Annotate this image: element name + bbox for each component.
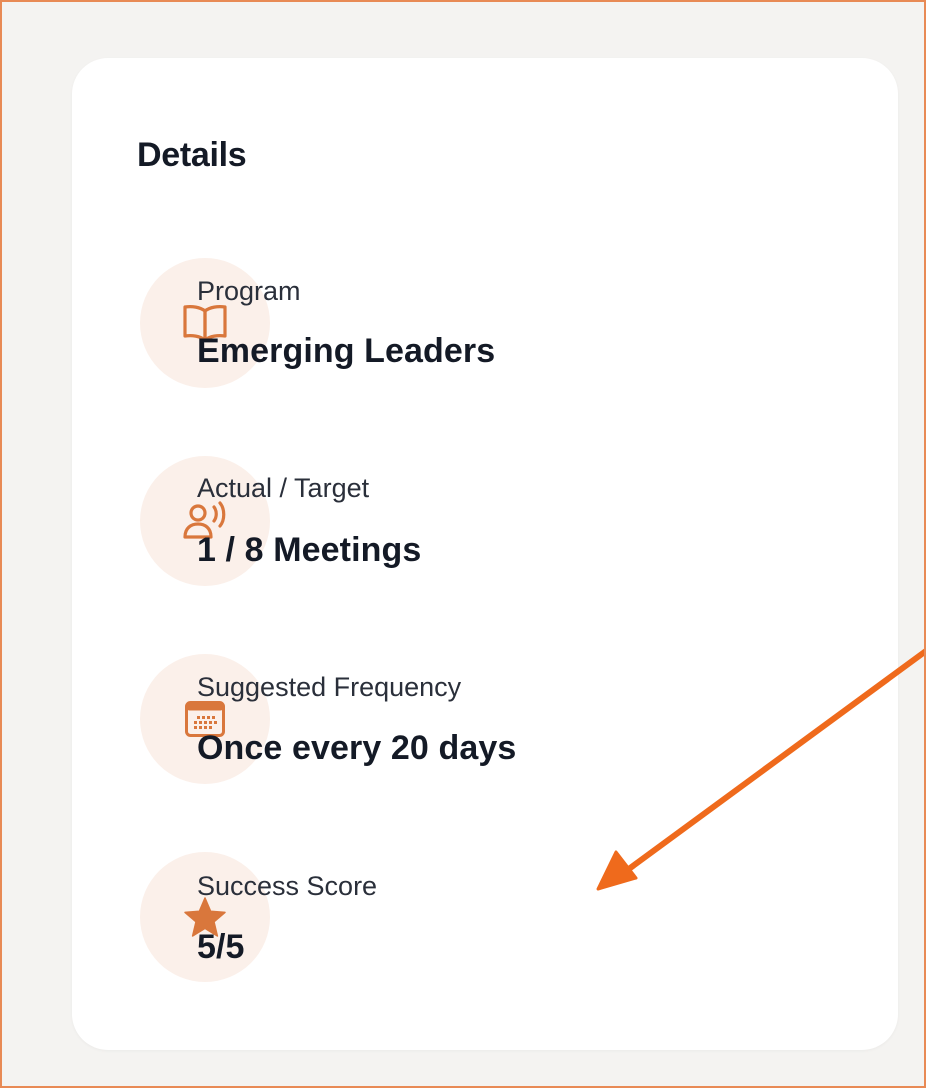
details-title: Details — [137, 136, 247, 174]
detail-label-success-score: Success Score — [197, 871, 378, 901]
detail-label-frequency: Suggested Frequency — [197, 672, 462, 702]
detail-value-actual-target: 1 / 8 Meetings — [197, 531, 422, 569]
detail-label-actual-target: Actual / Target — [197, 473, 370, 503]
detail-value-frequency: Once every 20 days — [197, 729, 517, 767]
detail-value-program: Emerging Leaders — [197, 332, 496, 370]
detail-label-program: Program — [197, 276, 301, 306]
detail-value-success-score: 5/5 — [197, 928, 245, 966]
